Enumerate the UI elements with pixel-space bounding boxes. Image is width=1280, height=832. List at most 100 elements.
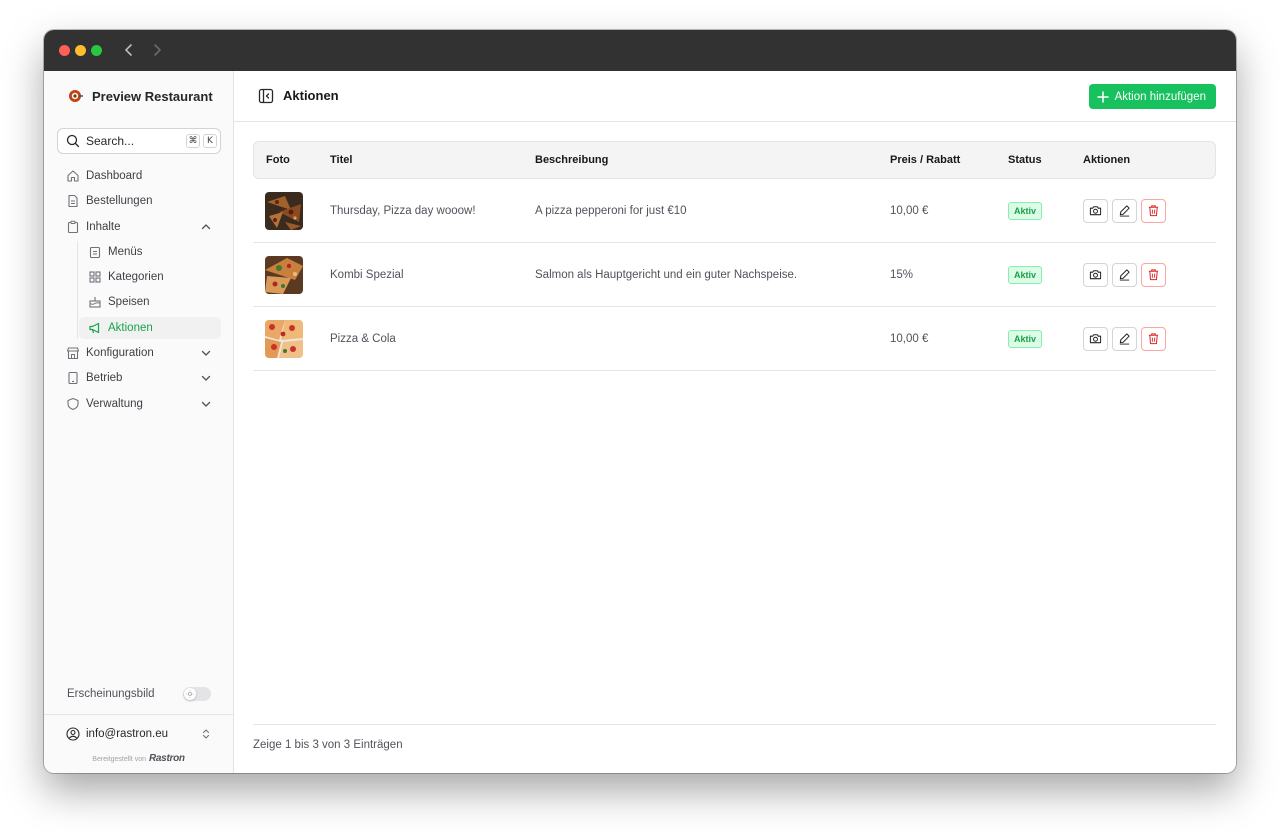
edit-button[interactable] [1112, 326, 1138, 351]
toggle-knob [184, 688, 196, 700]
theme-toggle[interactable] [183, 687, 211, 701]
table-row[interactable]: Kombi Spezial Salmon als Hauptgericht un… [253, 243, 1216, 307]
column-header-preis: Preis / Rabatt [890, 141, 1008, 179]
status-cell: Aktiv [1008, 179, 1083, 243]
brand[interactable]: Preview Restaurant [68, 87, 213, 105]
price-cell: 15% [890, 243, 1008, 307]
search-input[interactable]: Search... ⌘ K [57, 128, 221, 154]
clipboard-list-icon [89, 246, 101, 258]
delete-button[interactable] [1141, 262, 1167, 287]
actions-cell [1083, 243, 1216, 307]
column-header-titel: Titel [330, 141, 535, 179]
sidebar-item-dashboard[interactable]: Dashboard [57, 165, 221, 187]
sidebar-item-label: Inhalte [86, 220, 121, 233]
title-cell: Kombi Spezial [330, 243, 535, 307]
table-row[interactable]: Thursday, Pizza day wooow! A pizza peppe… [253, 179, 1216, 243]
trash-icon [1149, 333, 1159, 345]
sidebar-item-inhalte[interactable]: Inhalte [57, 216, 221, 238]
status-cell: Aktiv [1008, 243, 1083, 307]
table-row[interactable]: Pizza & Cola 10,00 € Aktiv [253, 307, 1216, 371]
close-window-button[interactable] [59, 45, 70, 56]
sidebar-toggle-icon[interactable] [258, 88, 274, 104]
camera-icon [1089, 206, 1102, 216]
browser-window: Preview Restaurant Search... ⌘ K Dashboa… [44, 30, 1236, 773]
powered-by: Bereitgestellt von Rastron [44, 753, 233, 764]
sidebar-submenu-inhalte: Menüs Kategorien Speisen Aktionen [77, 240, 221, 339]
photo-cell [253, 307, 330, 371]
sidebar-item-label: Menüs [108, 245, 143, 258]
table-header-row: Foto Titel Beschreibung Preis / Rabatt S… [253, 141, 1216, 179]
delete-button[interactable] [1141, 326, 1167, 351]
user-circle-icon [66, 727, 80, 741]
back-arrow-icon[interactable] [120, 41, 138, 59]
status-badge: Aktiv [1008, 265, 1043, 284]
column-header-foto: Foto [253, 141, 330, 179]
actions-cell [1083, 179, 1216, 243]
photo-button[interactable] [1083, 262, 1108, 287]
camera-icon [1089, 270, 1102, 280]
sidebar-item-label: Bestellungen [86, 195, 153, 208]
document-icon [68, 195, 78, 208]
powered-by-text: Bereitgestellt von [92, 756, 146, 763]
photo-button[interactable] [1083, 326, 1108, 351]
pagination-info: Zeige 1 bis 3 von 3 Einträgen [253, 724, 1216, 751]
trash-icon [1149, 269, 1159, 281]
trash-icon [1149, 205, 1159, 217]
home-icon [67, 170, 79, 182]
camera-icon [1089, 334, 1102, 344]
clipboard-icon [67, 220, 79, 233]
page-title: Aktionen [283, 88, 339, 103]
description-cell [535, 307, 890, 371]
shortcut-k-key: K [203, 134, 217, 148]
photo-cell [253, 179, 330, 243]
sidebar-item-speisen[interactable]: Speisen [79, 291, 221, 313]
chevron-down-icon [201, 376, 211, 382]
minimize-window-button[interactable] [75, 45, 86, 56]
sidebar-item-kategorien[interactable]: Kategorien [79, 266, 221, 288]
tablet-icon [68, 372, 78, 385]
sidebar-footer: info@rastron.eu Bereitgestellt von Rastro… [44, 714, 233, 764]
maximize-window-button[interactable] [91, 45, 102, 56]
search-icon [66, 134, 80, 148]
add-action-button[interactable]: Aktion hinzufügen [1088, 84, 1216, 109]
sidebar-item-label: Kategorien [108, 271, 164, 284]
app-shell: Preview Restaurant Search... ⌘ K Dashboa… [44, 71, 1236, 773]
actions-cell [1083, 307, 1216, 371]
shield-icon [67, 397, 79, 410]
sidebar-item-bestellungen[interactable]: Bestellungen [57, 190, 221, 212]
edit-button[interactable] [1112, 198, 1138, 223]
photo-cell [253, 243, 330, 307]
sidebar-item-verwaltung[interactable]: Verwaltung [57, 393, 221, 415]
brand-logo-icon [69, 90, 83, 102]
column-header-aktionen: Aktionen [1083, 141, 1216, 179]
forward-arrow-icon[interactable] [148, 41, 166, 59]
sidebar-item-betrieb[interactable]: Betrieb [57, 367, 221, 389]
sidebar-item-label: Verwaltung [86, 397, 143, 410]
add-action-label: Aktion hinzufügen [1114, 90, 1206, 103]
edit-button[interactable] [1112, 262, 1138, 287]
pizza-photo [265, 255, 303, 294]
window-titlebar [44, 30, 1236, 71]
sidebar-item-menus[interactable]: Menüs [79, 241, 221, 263]
delete-button[interactable] [1141, 198, 1167, 223]
pencil-icon [1120, 269, 1130, 281]
description-cell: Salmon als Hauptgericht und ein guter Na… [535, 243, 890, 307]
title-cell: Pizza & Cola [330, 307, 535, 371]
powered-by-brand[interactable]: Rastron [149, 753, 185, 764]
column-header-status: Status [1008, 141, 1083, 179]
account-switcher[interactable]: info@rastron.eu [66, 727, 212, 741]
sidebar-item-label: Speisen [108, 296, 150, 309]
account-email: info@rastron.eu [86, 728, 168, 740]
shortcut-cmd-key: ⌘ [186, 134, 200, 148]
status-badge: Aktiv [1008, 329, 1043, 348]
sidebar-item-konfiguration[interactable]: Konfiguration [57, 342, 221, 364]
sidebar-item-aktionen[interactable]: Aktionen [79, 316, 221, 339]
chevron-down-icon [201, 350, 211, 356]
appearance-label: Erscheinungsbild [67, 688, 155, 700]
pizza-photo [265, 319, 303, 358]
appearance-setting: Erscheinungsbild [67, 687, 211, 701]
sun-icon [186, 690, 194, 698]
main-content: Aktionen Aktion hinzufügen Foto Titel Be… [234, 71, 1236, 773]
photo-button[interactable] [1083, 198, 1108, 223]
plus-icon [1096, 90, 1109, 103]
